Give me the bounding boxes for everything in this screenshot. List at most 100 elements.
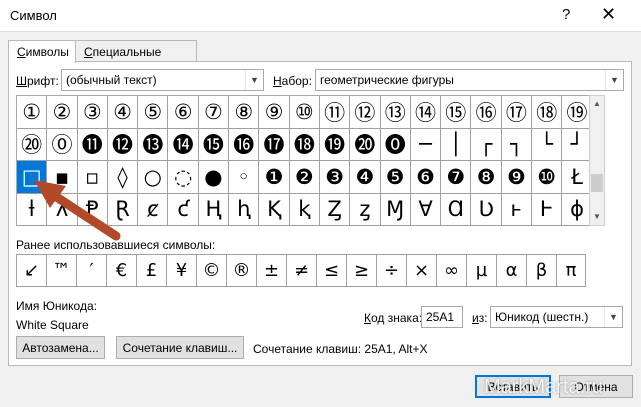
symbol-cell[interactable]: ȼ [138, 193, 169, 226]
symbol-cell[interactable]: Ⱨ [198, 193, 230, 226]
symbol-cell[interactable]: ⑯ [471, 96, 502, 129]
symbol-cell[interactable]: ⓱ [259, 128, 290, 161]
recent-symbol[interactable]: π [556, 254, 586, 287]
symbol-cell[interactable]: ȥ [350, 193, 381, 226]
symbol-cell[interactable]: ⓬ [107, 128, 139, 161]
symbol-cell[interactable]: ⑭ [410, 96, 442, 129]
symbol-cell[interactable]: ⓯ [198, 128, 230, 161]
symbol-cell[interactable]: ❼ [441, 161, 472, 194]
recent-symbol[interactable]: ¥ [166, 254, 196, 287]
symbol-cell[interactable]: ❻ [410, 161, 442, 194]
symbol-cell[interactable]: Ⱪ [259, 193, 290, 226]
symbol-cell[interactable]: ƈ [168, 193, 199, 226]
recent-symbol[interactable]: ≠ [286, 254, 316, 287]
symbol-cell[interactable]: ⓲ [289, 128, 320, 161]
symbol-cell[interactable]: ⱶ [501, 193, 533, 226]
recent-symbol[interactable]: µ [466, 254, 496, 287]
recent-symbol[interactable]: ® [226, 254, 256, 287]
symbol-cell[interactable]: ⑱ [532, 96, 563, 129]
symbol-cell[interactable]: ⑳ [17, 128, 48, 161]
symbol-cell[interactable]: ❾ [501, 161, 533, 194]
grid-scrollbar[interactable]: ▲ ▼ [589, 95, 605, 226]
recent-symbol[interactable]: ∞ [436, 254, 466, 287]
tab-symbols[interactable]: Символы [8, 40, 76, 63]
symbol-cell[interactable]: Ᵽ [77, 193, 108, 226]
symbol-cell[interactable]: ④ [107, 96, 139, 129]
symbol-cell[interactable]: ⓴ [350, 128, 381, 161]
symbol-cell[interactable]: ❿ [532, 161, 563, 194]
symbol-cell[interactable]: ⓰ [229, 128, 260, 161]
symbol-cell[interactable]: ① [17, 96, 48, 129]
symbol-cell[interactable]: ⓪ [47, 128, 78, 161]
symbol-cell[interactable]: ❶ [259, 161, 290, 194]
symbol-cell[interactable]: ⓭ [138, 128, 169, 161]
symbol-cell[interactable]: ◊ [107, 161, 139, 194]
symbol-cell[interactable]: ┌ [471, 128, 502, 161]
symbol-cell[interactable]: ⑨ [259, 96, 290, 129]
symbol-cell[interactable]: ▪ [47, 161, 78, 194]
scroll-thumb[interactable] [591, 174, 603, 192]
symbol-cell[interactable]: ⑩ [289, 96, 320, 129]
recent-symbol[interactable]: ÷ [376, 254, 406, 287]
symbol-cell[interactable]: ⓳ [319, 128, 351, 161]
symbol-cell[interactable]: Ʋ [471, 193, 502, 226]
scroll-down-icon[interactable]: ▼ [590, 209, 604, 225]
symbol-cell[interactable]: ⓿ [380, 128, 411, 161]
symbol-cell[interactable]: └ [532, 128, 563, 161]
tab-special-characters[interactable]: Специальные знаки [75, 40, 197, 73]
subset-select[interactable]: геометрические фигуры ▼ [315, 69, 624, 91]
symbol-cell[interactable]: Ⱶ [532, 193, 563, 226]
symbol-cell[interactable]: ❹ [350, 161, 381, 194]
symbol-cell[interactable]: ❺ [380, 161, 411, 194]
symbol-cell[interactable]: Ɐ [410, 193, 442, 226]
symbol-cell[interactable]: ⑫ [350, 96, 381, 129]
recent-symbol[interactable]: × [406, 254, 436, 287]
symbol-cell[interactable]: ② [47, 96, 78, 129]
symbol-cell[interactable]: ⑤ [138, 96, 169, 129]
symbol-cell[interactable]: ③ [77, 96, 108, 129]
symbol-cell[interactable]: ⑮ [441, 96, 472, 129]
symbol-cell[interactable]: │ [441, 128, 472, 161]
recent-symbol[interactable]: ′ [76, 254, 106, 287]
recent-symbol[interactable]: © [196, 254, 226, 287]
symbol-cell[interactable]: ❸ [319, 161, 351, 194]
symbol-cell[interactable]: Ȥ [319, 193, 351, 226]
symbol-cell[interactable]: ○ [138, 161, 169, 194]
recent-symbol[interactable]: £ [136, 254, 166, 287]
font-select[interactable]: (обычный текст) ▼ [61, 69, 264, 91]
char-code-input[interactable]: 25A1 [421, 306, 463, 328]
symbol-cell[interactable]: ƚ [17, 193, 48, 226]
symbol-cell[interactable]: ⑥ [168, 96, 199, 129]
symbol-cell[interactable]: ⓫ [77, 128, 108, 161]
symbol-cell[interactable]: ❷ [289, 161, 320, 194]
autocorrect-button[interactable]: Автозамена... [16, 336, 105, 359]
symbol-cell[interactable]: ⑧ [229, 96, 260, 129]
symbol-cell[interactable]: ◌ [168, 161, 199, 194]
recent-symbol[interactable]: ™ [46, 254, 76, 287]
from-select[interactable]: Юникод (шестн.) ▼ [490, 306, 623, 328]
symbol-cell[interactable]: ● [198, 161, 230, 194]
symbol-cell[interactable]: Ɑ [441, 193, 472, 226]
symbol-cell[interactable]: ▫ [77, 161, 108, 194]
recent-symbol[interactable]: ≤ [316, 254, 346, 287]
recent-symbol[interactable]: α [496, 254, 526, 287]
symbol-cell[interactable]: Ɱ [380, 193, 411, 226]
symbol-cell[interactable]: ⱨ [229, 193, 260, 226]
recent-symbol[interactable]: ± [256, 254, 286, 287]
symbol-cell[interactable]: ┐ [501, 128, 533, 161]
help-icon[interactable]: ? [562, 6, 570, 23]
recent-symbol[interactable]: ≥ [346, 254, 376, 287]
symbol-cell[interactable]: ─ [410, 128, 442, 161]
recent-symbol[interactable]: ↙ [16, 254, 46, 287]
symbol-cell[interactable]: ⑪ [319, 96, 351, 129]
symbol-cell[interactable]: ⱪ [289, 193, 320, 226]
close-icon[interactable]: ✕ [601, 4, 616, 25]
symbol-cell[interactable]: ◦ [229, 161, 260, 194]
shortcut-key-button[interactable]: Сочетание клавиш... [116, 336, 244, 359]
symbol-cell-selected[interactable]: □ [17, 161, 48, 194]
symbol-cell[interactable]: ❽ [471, 161, 502, 194]
recent-symbol[interactable]: € [106, 254, 136, 287]
symbol-cell[interactable]: Ɽ [107, 193, 139, 226]
symbol-cell[interactable]: ⑰ [501, 96, 533, 129]
scroll-up-icon[interactable]: ▲ [590, 96, 604, 112]
